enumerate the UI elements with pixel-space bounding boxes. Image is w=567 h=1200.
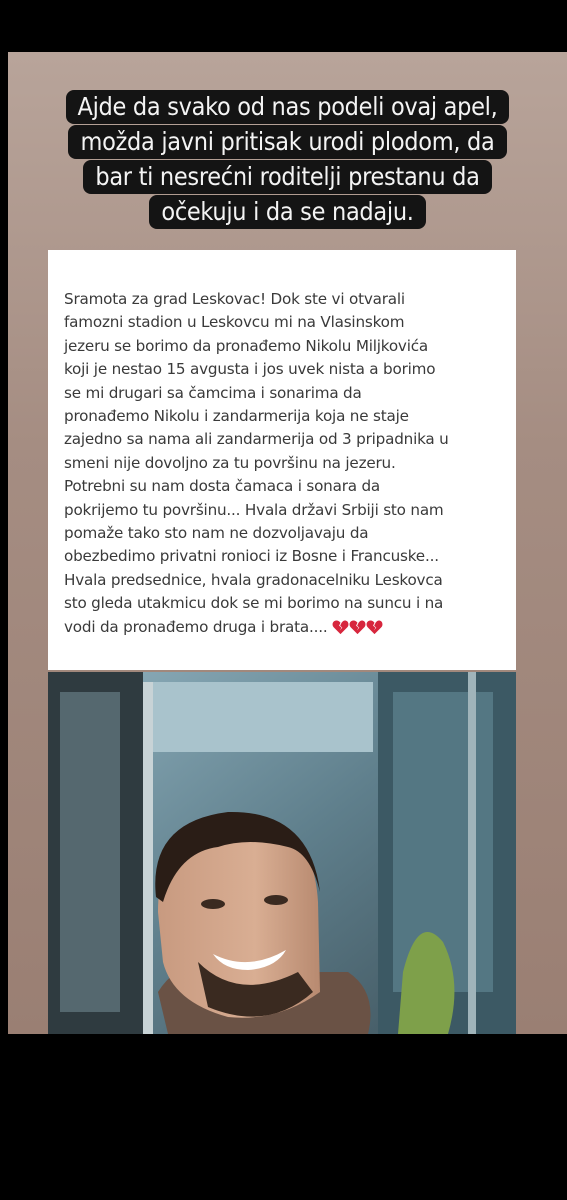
caption-line-3: bar ti nesrećni roditelji prestanu da — [83, 160, 492, 194]
caption-line-4: očekuju i da se nadaju. — [149, 195, 426, 229]
missing-person-photo — [48, 672, 516, 1034]
broken-heart-icon — [366, 620, 382, 634]
post-text: Sramota za grad Leskovac! Dok ste vi otv… — [64, 290, 449, 636]
photo-illustration — [48, 672, 516, 1034]
caption-line-1: Ajde da svako od nas podeli ovaj apel, — [65, 90, 510, 124]
screen: Ajde da svako od nas podeli ovaj apel, m… — [0, 0, 567, 1200]
broken-heart-icon — [349, 620, 365, 634]
story-caption: Ajde da svako od nas podeli ovaj apel, m… — [8, 90, 567, 230]
shared-post-card: Sramota za grad Leskovac! Dok ste vi otv… — [48, 250, 516, 670]
broken-heart-icon — [332, 620, 348, 634]
emoji-row — [332, 619, 383, 642]
post-text-container: Sramota za grad Leskovac! Dok ste vi otv… — [64, 288, 514, 642]
story-card[interactable]: Ajde da svako od nas podeli ovaj apel, m… — [8, 52, 567, 1034]
caption-line-2: možda javni pritisak urodi plodom, da — [68, 125, 507, 159]
